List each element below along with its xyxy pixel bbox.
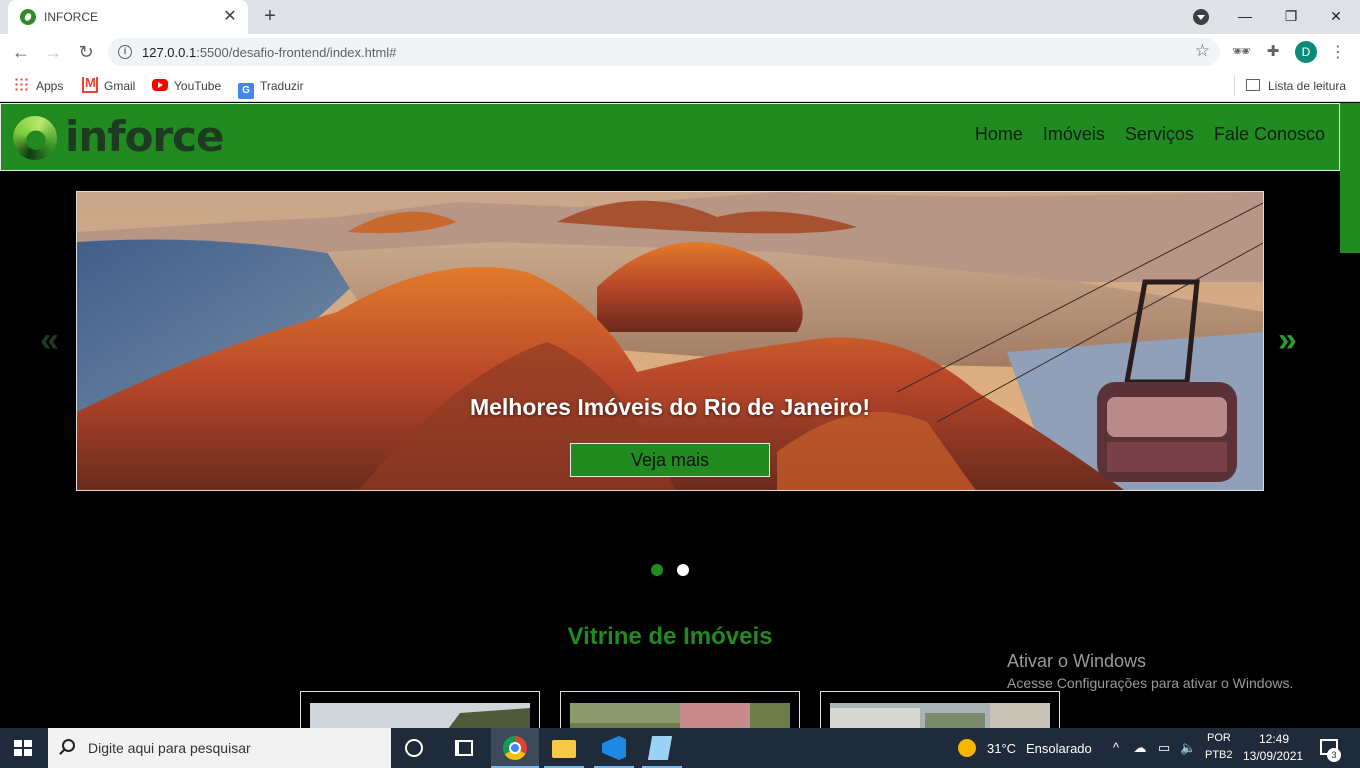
tab-close-icon[interactable]: ✕: [220, 7, 240, 27]
reading-list-label: Lista de leitura: [1268, 79, 1347, 93]
property-photo: [830, 703, 1050, 728]
bookmark-label: Gmail: [104, 79, 136, 93]
windows-taskbar: Digite aqui para pesquisar 31°C Ensolara…: [0, 728, 1360, 768]
onedrive-warning-icon[interactable]: ☁: [1132, 740, 1148, 756]
bookmark-traduzir[interactable]: G Traduzir: [238, 77, 304, 99]
activation-title: Ativar o Windows: [1007, 651, 1147, 671]
nav-fale-conosco[interactable]: Fale Conosco: [1214, 124, 1325, 145]
language-code[interactable]: POR: [1207, 732, 1231, 744]
activation-subtitle: Acesse Configurações para ativar o Windo…: [1007, 675, 1294, 691]
property-photo: [310, 703, 530, 728]
property-card[interactable]: [560, 691, 800, 728]
windows-activation-watermark: Ativar o Windows Acesse Configurações pa…: [1007, 651, 1293, 691]
carousel-dot-1[interactable]: [651, 564, 663, 576]
gmail-icon: [82, 74, 98, 93]
windows-start-icon[interactable]: [14, 740, 32, 756]
close-window-button[interactable]: ✕: [1324, 4, 1348, 28]
bookmark-label: Traduzir: [260, 79, 304, 93]
url-path: :5500/desafio-frontend/index.html#: [196, 45, 397, 60]
tab-title: INFORCE: [44, 10, 98, 24]
bookmark-label: YouTube: [174, 79, 222, 93]
tray-expand-icon[interactable]: ^: [1108, 740, 1124, 756]
youtube-icon: [152, 79, 168, 91]
nav-servicos[interactable]: Serviços: [1125, 124, 1194, 145]
browser-toolbar: ← → ↻ i 127.0.0.1:5500/desafio-frontend/…: [0, 34, 1360, 70]
browser-tab[interactable]: INFORCE ✕: [8, 0, 248, 34]
new-tab-button[interactable]: +: [258, 5, 282, 29]
search-icon: [62, 739, 75, 752]
extensions-puzzle-icon[interactable]: ✚: [1264, 43, 1282, 61]
search-placeholder: Digite aqui para pesquisar: [88, 740, 251, 756]
vscode-icon[interactable]: [602, 736, 626, 760]
apps-grid-icon: [14, 77, 30, 93]
address-bar[interactable]: i 127.0.0.1:5500/desafio-frontend/index.…: [108, 38, 1220, 66]
hero-carousel: Melhores Imóveis do Rio de Janeiro! Veja…: [76, 191, 1264, 491]
section-title: Vitrine de Imóveis: [567, 623, 773, 650]
site-favicon-icon: [20, 9, 36, 25]
restore-button[interactable]: ❐: [1279, 4, 1303, 28]
reload-button[interactable]: ↻: [73, 39, 99, 65]
property-photo: [570, 703, 790, 728]
bookmark-youtube[interactable]: YouTube: [152, 77, 221, 95]
file-explorer-icon[interactable]: [552, 740, 576, 758]
url-host: 127.0.0.1: [142, 45, 197, 60]
carousel-indicators: [651, 564, 689, 576]
clock-date[interactable]: 13/09/2021: [1243, 749, 1303, 763]
nav-home[interactable]: Home: [975, 124, 1023, 145]
minimize-button[interactable]: —: [1233, 4, 1257, 28]
forward-button[interactable]: →: [40, 39, 66, 65]
task-view-icon[interactable]: [455, 740, 473, 756]
weather-sun-icon[interactable]: [958, 739, 976, 757]
site-info-icon[interactable]: i: [118, 45, 132, 59]
clock-time[interactable]: 12:49: [1259, 732, 1289, 746]
reading-list-button[interactable]: Lista de leitura: [1234, 75, 1347, 97]
keyboard-layout[interactable]: PTB2: [1205, 749, 1233, 761]
carousel-dot-2[interactable]: [677, 564, 689, 576]
incognito-extension-icon[interactable]: 🕶: [1232, 43, 1251, 61]
weather-temperature[interactable]: 31°C: [987, 741, 1016, 756]
tab-search-icon[interactable]: [1193, 9, 1209, 25]
taskbar-search-box[interactable]: Digite aqui para pesquisar: [48, 728, 391, 768]
reading-list-icon: [1246, 79, 1260, 91]
notes-app-icon[interactable]: [647, 736, 673, 760]
veja-mais-button[interactable]: Veja mais: [570, 443, 770, 477]
tab-strip: INFORCE ✕ + — ❐ ✕: [0, 0, 1360, 34]
page-viewport: inforce Home Imóveis Serviços Fale Conos…: [0, 103, 1360, 728]
chrome-icon[interactable]: [503, 736, 527, 760]
site-header: inforce Home Imóveis Serviços Fale Conos…: [0, 103, 1340, 171]
translate-icon: G: [238, 83, 254, 99]
bookmark-apps[interactable]: Apps: [14, 77, 63, 95]
logo-mark-icon: [13, 116, 57, 160]
page-scrollbar-thumb[interactable]: [1340, 103, 1360, 253]
cortana-icon[interactable]: [405, 739, 423, 757]
divider: [1234, 75, 1235, 97]
bookmarks-bar: Apps Gmail YouTube G Traduzir Lista de le…: [0, 70, 1360, 102]
carousel-next-button[interactable]: »: [1278, 321, 1297, 360]
property-card[interactable]: [300, 691, 540, 728]
nav-imoveis[interactable]: Imóveis: [1043, 124, 1105, 145]
bookmark-gmail[interactable]: Gmail: [82, 74, 136, 95]
volume-icon[interactable]: 🔈: [1180, 740, 1196, 756]
url-text: 127.0.0.1:5500/desafio-frontend/index.ht…: [142, 45, 396, 60]
weather-condition[interactable]: Ensolarado: [1026, 741, 1092, 756]
profile-avatar[interactable]: D: [1295, 41, 1317, 63]
network-icon[interactable]: ▭: [1156, 740, 1172, 756]
carousel-prev-button[interactable]: «: [40, 321, 59, 360]
main-nav: Home Imóveis Serviços Fale Conosco: [975, 124, 1325, 145]
logo-text: inforce: [65, 112, 225, 161]
bookmark-label: Apps: [36, 79, 64, 93]
bookmark-star-icon[interactable]: ☆: [1195, 41, 1210, 61]
back-button[interactable]: ←: [8, 39, 34, 65]
notification-count-badge: 3: [1327, 748, 1341, 762]
browser-menu-icon[interactable]: ⋮: [1330, 42, 1346, 62]
property-card[interactable]: [820, 691, 1060, 728]
carousel-caption: Melhores Imóveis do Rio de Janeiro!: [469, 394, 871, 420]
